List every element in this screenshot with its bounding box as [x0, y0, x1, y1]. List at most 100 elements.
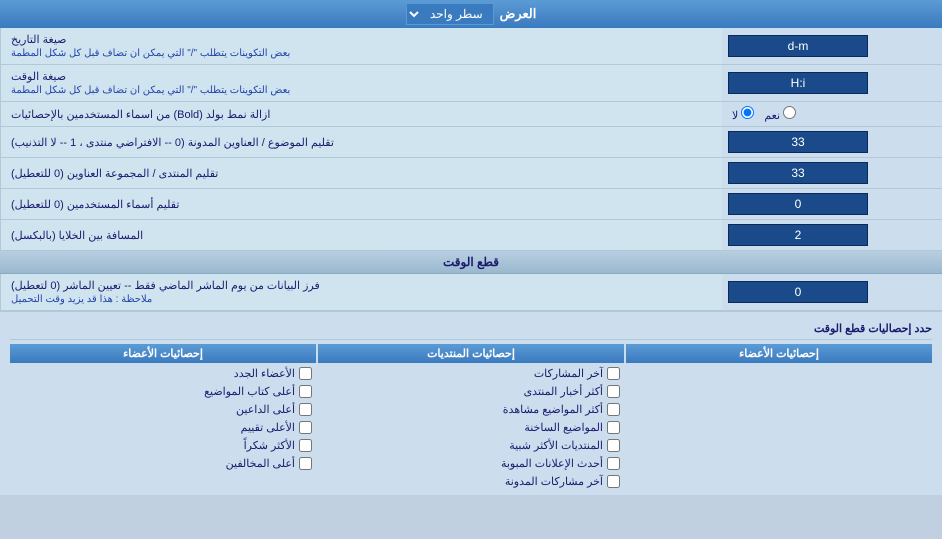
forum-trim-main-label: تقليم المنتدى / المجموعة العناوين (0 للت…	[11, 167, 218, 180]
bold-remove-main-label: ازالة نمط بولد (Bold) من اسماء المستخدمي…	[11, 108, 270, 121]
forum-trim-input[interactable]	[728, 162, 868, 184]
cutoff-section-header: قطع الوقت	[0, 251, 942, 274]
display-header-bar: العرض سطر واحد سطرين ثلاثة أسطر	[0, 0, 942, 28]
stats-col-2: إحصائيات المنتديات آخر المشاركات أكثر أخ…	[318, 344, 624, 489]
date-format-input-cell	[722, 28, 942, 64]
date-format-sub-label: بعض التكوينات يتطلب "/" التي يمكن ان تضا…	[11, 48, 290, 59]
stats-item-col2-6: أحدث الإعلانات المبوبة	[318, 456, 624, 471]
stats-check-col2-6[interactable]	[607, 457, 620, 470]
cell-spacing-label: المسافة بين الخلايا (بالبكسل)	[0, 220, 722, 250]
bold-no-label: لا	[732, 106, 754, 122]
stats-col-3: إحصائيات الأعضاء	[626, 344, 932, 489]
stats-check-col2-1[interactable]	[607, 367, 620, 380]
cell-spacing-input-cell	[722, 220, 942, 250]
stats-grid: إحصائيات الأعضاء إحصائيات المنتديات آخر …	[10, 344, 932, 489]
stats-label-col2-7: آخر مشاركات المدونة	[505, 475, 603, 488]
bold-radio-group: نعم لا	[732, 106, 796, 122]
cell-spacing-main-label: المسافة بين الخلايا (بالبكسل)	[11, 229, 143, 242]
stats-item-col2-7: آخر مشاركات المدونة	[318, 474, 624, 489]
stats-col1-header: إحصائيات الأعضاء	[10, 344, 316, 363]
topic-trim-main-label: تقليم الموضوع / العناوين المدونة (0 -- ا…	[11, 136, 334, 149]
cell-spacing-input[interactable]	[728, 224, 868, 246]
display-select[interactable]: سطر واحد سطرين ثلاثة أسطر	[406, 3, 494, 25]
cell-spacing-row: المسافة بين الخلايا (بالبكسل)	[0, 220, 942, 251]
stats-label-col1-5: الأكثر شكراً	[244, 439, 295, 452]
topic-trim-input-cell	[722, 127, 942, 157]
date-format-row: صيغة التاريخ بعض التكوينات يتطلب "/" الت…	[0, 28, 942, 65]
bold-no-radio[interactable]	[741, 106, 754, 119]
cutoff-main-label: فرز البيانات من يوم الماشر الماضي فقط --…	[11, 279, 320, 292]
stats-label-col2-2: أكثر أخبار المنتدى	[524, 385, 603, 398]
stats-label-col1-4: الأعلى تقييم	[241, 421, 295, 434]
forum-trim-label: تقليم المنتدى / المجموعة العناوين (0 للت…	[0, 158, 722, 188]
bold-yes-radio[interactable]	[783, 106, 796, 119]
user-trim-main-label: تقليم أسماء المستخدمين (0 للتعطيل)	[11, 198, 179, 211]
stats-col-1: إحصائيات الأعضاء الأعضاء الجدد أعلى كتاب…	[10, 344, 316, 489]
stats-check-col2-7[interactable]	[607, 475, 620, 488]
topic-trim-row: تقليم الموضوع / العناوين المدونة (0 -- ا…	[0, 127, 942, 158]
time-format-main-label: صيغة الوقت	[11, 70, 66, 83]
stats-label-col2-3: أكثر المواضيع مشاهدة	[503, 403, 603, 416]
time-format-input[interactable]	[728, 72, 868, 94]
stats-title: حدد إحصاليات قطع الوقت	[10, 318, 932, 340]
stats-check-col1-1[interactable]	[299, 367, 312, 380]
stats-check-col2-5[interactable]	[607, 439, 620, 452]
stats-section: حدد إحصاليات قطع الوقت إحصائيات الأعضاء …	[0, 311, 942, 495]
stats-label-col1-6: أعلى المخالفين	[226, 457, 295, 470]
stats-col3-header: إحصائيات الأعضاء	[626, 344, 932, 363]
stats-check-col2-2[interactable]	[607, 385, 620, 398]
bold-yes-label: نعم	[764, 106, 796, 122]
stats-check-col2-3[interactable]	[607, 403, 620, 416]
stats-label-col1-3: أعلى الداعين	[236, 403, 295, 416]
time-format-input-cell	[722, 65, 942, 101]
stats-item-col1-1: الأعضاء الجدد	[10, 366, 316, 381]
user-trim-label: تقليم أسماء المستخدمين (0 للتعطيل)	[0, 189, 722, 219]
time-format-label: صيغة الوقت بعض التكوينات يتطلب "/" التي …	[0, 65, 722, 101]
bold-remove-label: ازالة نمط بولد (Bold) من اسماء المستخدمي…	[0, 102, 722, 126]
cutoff-row: فرز البيانات من يوم الماشر الماضي فقط --…	[0, 274, 942, 311]
stats-item-col1-2: أعلى كتاب المواضيع	[10, 384, 316, 399]
stats-label-col2-5: المنتديات الأكثر شبية	[509, 439, 603, 452]
stats-check-col1-6[interactable]	[299, 457, 312, 470]
date-format-input[interactable]	[728, 35, 868, 57]
stats-item-col1-6: أعلى المخالفين	[10, 456, 316, 471]
stats-item-col1-5: الأكثر شكراً	[10, 438, 316, 453]
forum-trim-row: تقليم المنتدى / المجموعة العناوين (0 للت…	[0, 158, 942, 189]
user-trim-input-cell	[722, 189, 942, 219]
user-trim-input[interactable]	[728, 193, 868, 215]
date-format-main-label: صيغة التاريخ	[11, 33, 66, 46]
time-format-row: صيغة الوقت بعض التكوينات يتطلب "/" التي …	[0, 65, 942, 102]
topic-trim-input[interactable]	[728, 131, 868, 153]
cutoff-input-cell	[722, 274, 942, 310]
stats-check-col1-3[interactable]	[299, 403, 312, 416]
bold-remove-row: نعم لا ازالة نمط بولد (Bold) من اسماء ال…	[0, 102, 942, 127]
forum-trim-input-cell	[722, 158, 942, 188]
cutoff-title: قطع الوقت	[443, 255, 499, 269]
stats-item-col1-4: الأعلى تقييم	[10, 420, 316, 435]
stats-item-col1-3: أعلى الداعين	[10, 402, 316, 417]
stats-item-col2-1: آخر المشاركات	[318, 366, 624, 381]
cutoff-label: فرز البيانات من يوم الماشر الماضي فقط --…	[0, 274, 722, 310]
stats-label-col2-6: أحدث الإعلانات المبوبة	[501, 457, 603, 470]
main-container: العرض سطر واحد سطرين ثلاثة أسطر صيغة الت…	[0, 0, 942, 495]
topic-trim-label: تقليم الموضوع / العناوين المدونة (0 -- ا…	[0, 127, 722, 157]
stats-title-text: حدد إحصاليات قطع الوقت	[814, 323, 932, 335]
user-trim-row: تقليم أسماء المستخدمين (0 للتعطيل)	[0, 189, 942, 220]
stats-item-col2-3: أكثر المواضيع مشاهدة	[318, 402, 624, 417]
cutoff-input[interactable]	[728, 281, 868, 303]
stats-label-col1-1: الأعضاء الجدد	[234, 367, 295, 380]
date-format-label: صيغة التاريخ بعض التكوينات يتطلب "/" الت…	[0, 28, 722, 64]
bold-remove-input-cell: نعم لا	[722, 102, 942, 126]
stats-label-col1-2: أعلى كتاب المواضيع	[204, 385, 295, 398]
stats-col2-header: إحصائيات المنتديات	[318, 344, 624, 363]
stats-item-col2-2: أكثر أخبار المنتدى	[318, 384, 624, 399]
stats-item-col2-5: المنتديات الأكثر شبية	[318, 438, 624, 453]
stats-item-col2-4: المواضيع الساخنة	[318, 420, 624, 435]
stats-check-col1-2[interactable]	[299, 385, 312, 398]
stats-check-col1-4[interactable]	[299, 421, 312, 434]
stats-check-col1-5[interactable]	[299, 439, 312, 452]
stats-check-col2-4[interactable]	[607, 421, 620, 434]
display-title: العرض	[500, 6, 537, 22]
stats-label-col2-1: آخر المشاركات	[534, 367, 603, 380]
time-format-sub-label: بعض التكوينات يتطلب "/" التي يمكن ان تضا…	[11, 85, 290, 96]
